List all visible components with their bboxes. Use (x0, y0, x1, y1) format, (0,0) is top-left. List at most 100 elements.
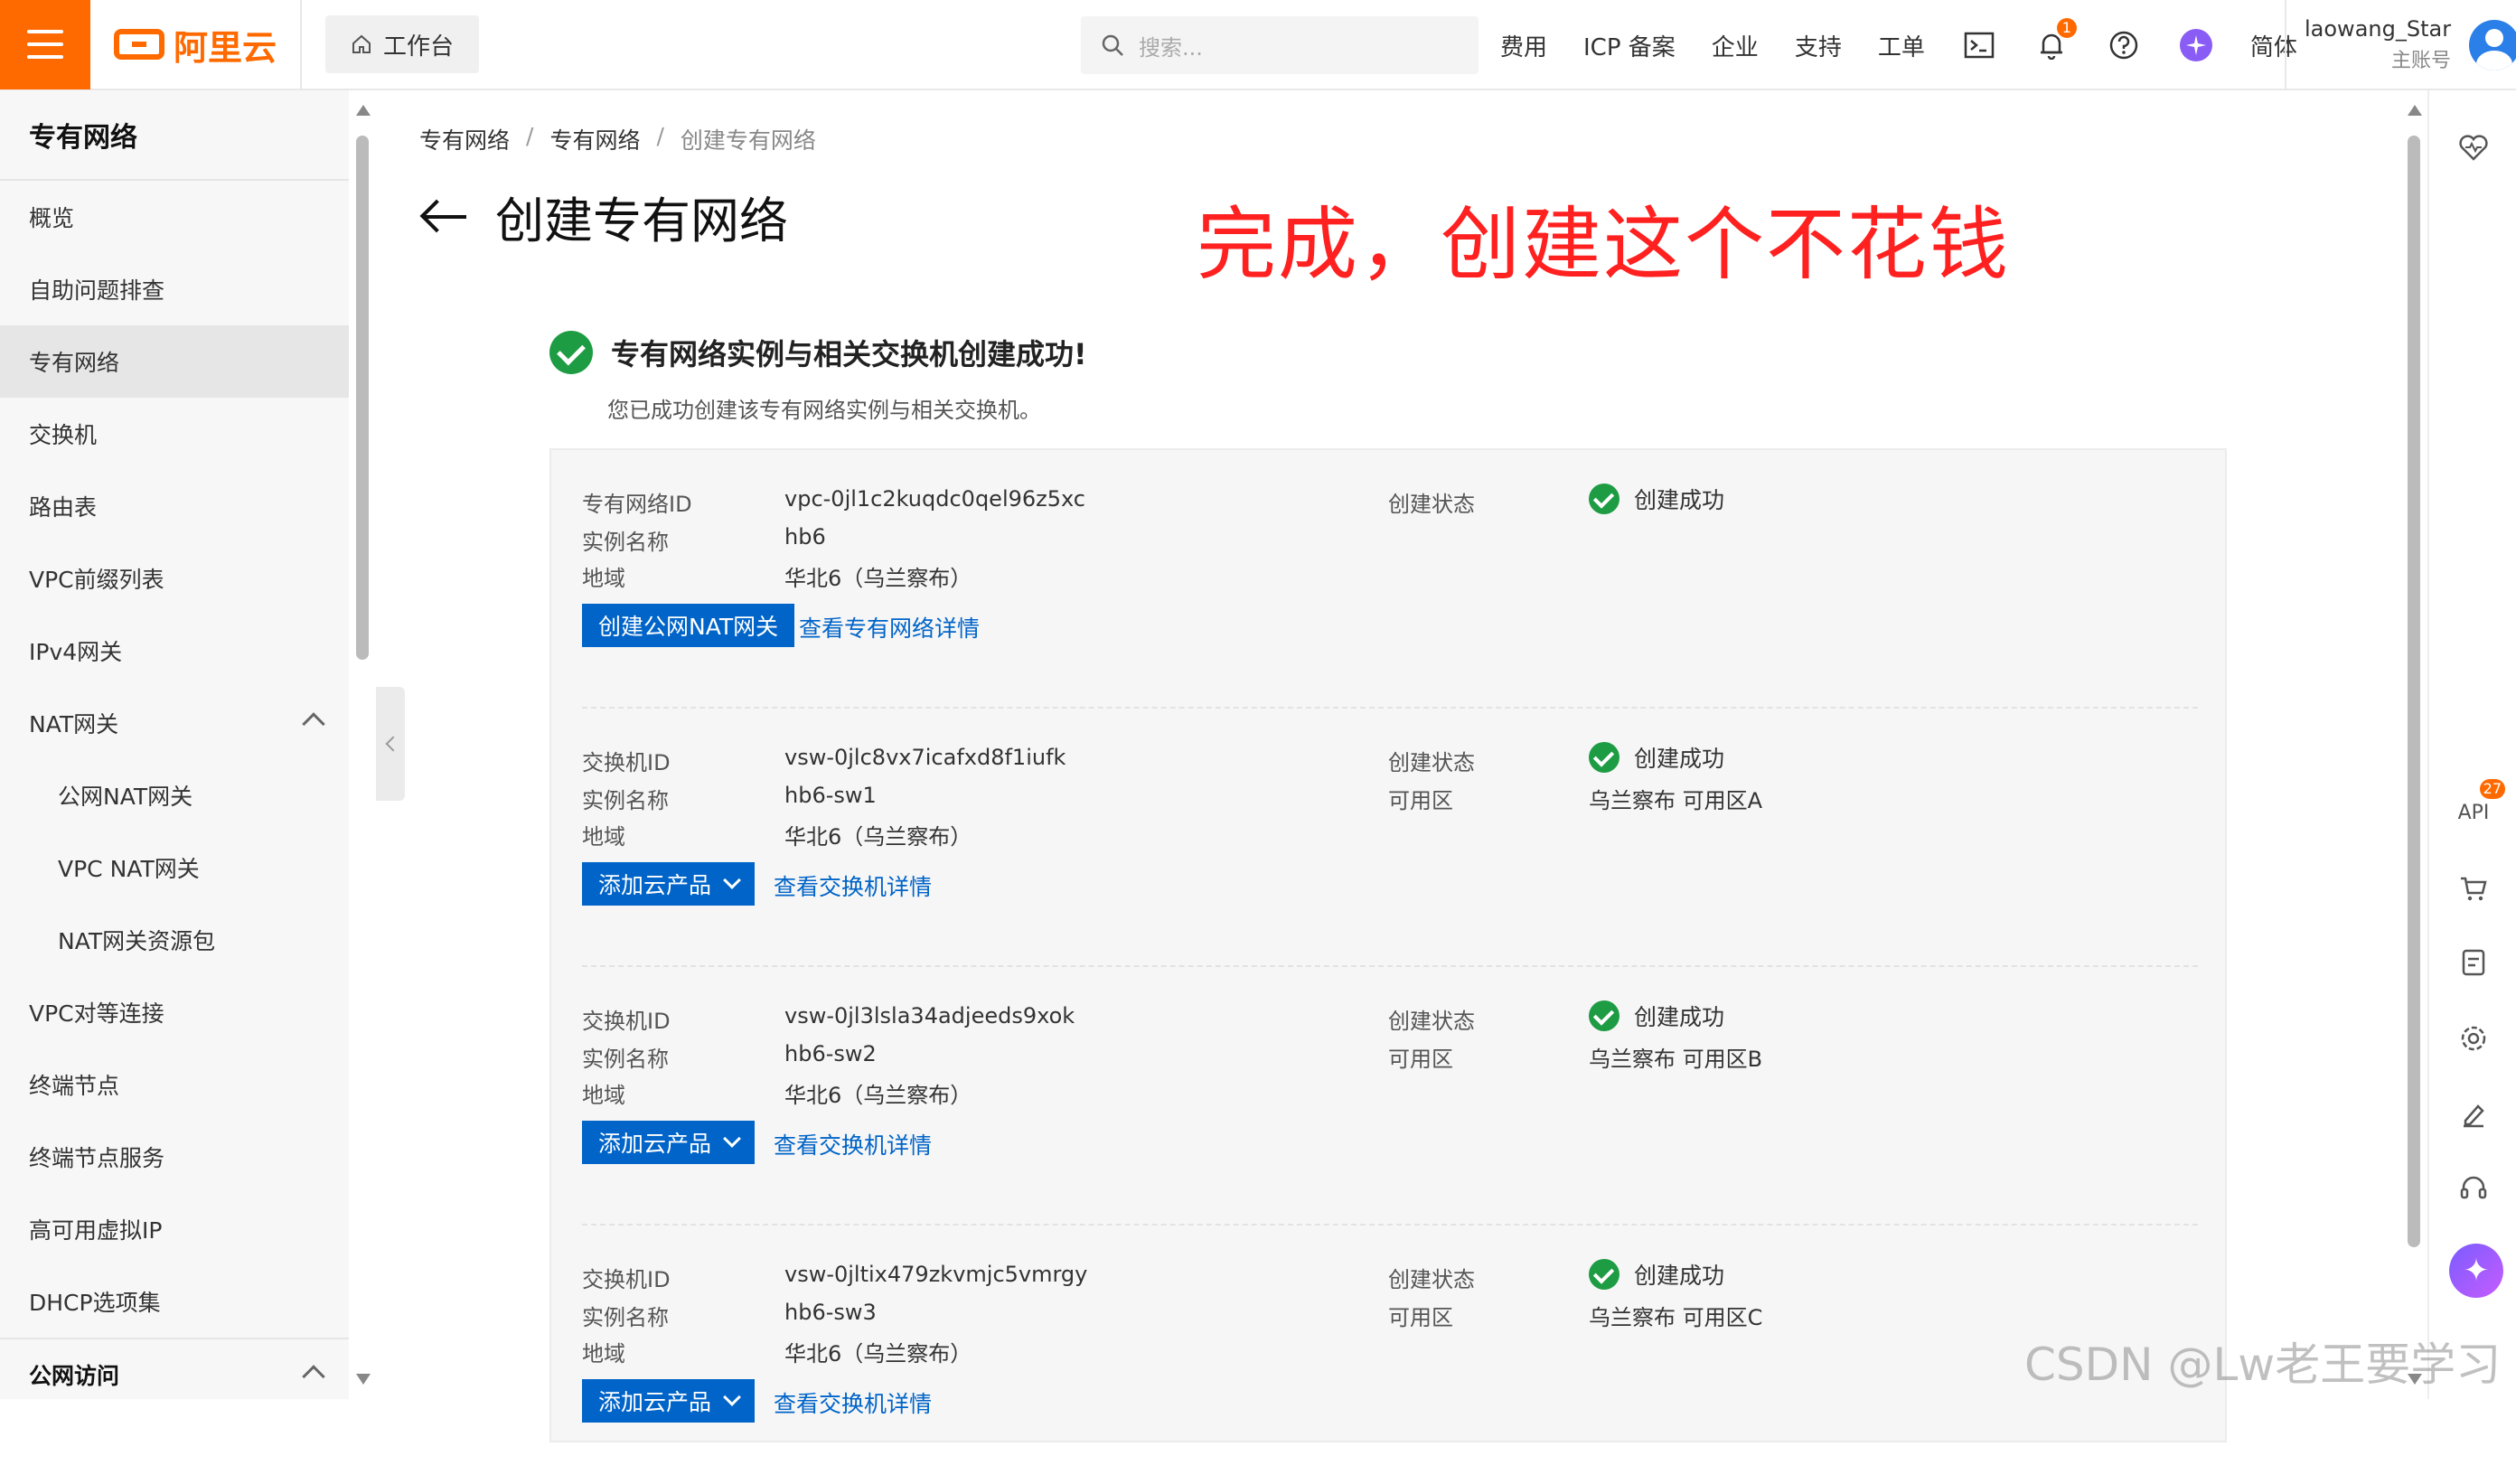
ai-assistant-icon[interactable] (2178, 27, 2214, 63)
check-circle-icon (1589, 1000, 1619, 1031)
chevron-down-icon (723, 1130, 741, 1148)
scroll-thumb[interactable] (356, 136, 369, 660)
vsw-id-label: 交换机ID (582, 750, 671, 775)
sidebar-item-public-nat[interactable]: 公网NAT网关 (0, 759, 349, 831)
gear-icon[interactable] (2455, 1019, 2493, 1057)
sidebar-item-vpc[interactable]: 专有网络 (0, 325, 349, 398)
back-arrow-icon[interactable] (419, 199, 468, 235)
account-role: 主账号 (2391, 50, 2452, 72)
scroll-up-icon[interactable] (356, 105, 371, 116)
breadcrumb-item[interactable]: 专有网络 (419, 123, 510, 155)
scroll-up-icon[interactable] (2408, 105, 2422, 116)
bell-icon[interactable]: 1 (2033, 18, 2077, 63)
sidebar-item-overview[interactable]: 概览 (0, 181, 349, 253)
vsw-id-label: 交换机ID (582, 1009, 671, 1034)
status-label: 创建状态 (1388, 1267, 1475, 1292)
api-icon[interactable]: API 27 (2455, 779, 2505, 831)
divider (300, 0, 303, 89)
document-icon[interactable] (2455, 944, 2493, 982)
add-cloud-product-button[interactable]: 添加云产品 (582, 1121, 756, 1164)
status-success: 创建成功 (1589, 1258, 1724, 1291)
status-value: 创建成功 (1634, 487, 1725, 513)
add-product-label: 添加云产品 (598, 1389, 712, 1415)
success-header: 专有网络实例与相关交换机创建成功! (549, 331, 1087, 374)
ai-assistant-icon[interactable]: ✦ (2449, 1244, 2503, 1298)
aliyun-logo[interactable]: 阿里云 (114, 0, 277, 89)
health-heart-icon[interactable] (2455, 128, 2493, 166)
chevron-down-icon (723, 1388, 741, 1406)
sidebar-item-ipv4-gateway[interactable]: IPv4网关 (0, 615, 349, 687)
chevron-up-icon[interactable] (302, 712, 325, 736)
status-success: 创建成功 (1589, 483, 1724, 515)
nav-support[interactable]: 支持 (1795, 29, 1842, 62)
main-scrollbar[interactable] (2400, 90, 2427, 1399)
headset-icon[interactable] (2455, 1169, 2493, 1207)
vpc-id-value: vpc-0jl1c2kuqdc0qel96z5xc (784, 486, 1085, 512)
add-product-label: 添加云产品 (598, 872, 712, 898)
sidebar-item-havip[interactable]: 高可用虚拟IP (0, 1193, 349, 1265)
sidebar-item-vpc-nat[interactable]: VPC NAT网关 (0, 831, 349, 904)
annotation-text: 完成，创建这个不花钱 (1197, 198, 2011, 291)
add-cloud-product-button[interactable]: 添加云产品 (582, 862, 756, 906)
region-label: 地域 (582, 1341, 625, 1367)
create-nat-gateway-button[interactable]: 创建公网NAT网关 (582, 604, 795, 647)
region-label: 地域 (582, 824, 625, 850)
view-vswitch-details-link[interactable]: 查看交换机详情 (774, 1128, 932, 1160)
sidebar-scrollbar[interactable] (349, 90, 376, 1399)
status-label: 创建状态 (1388, 1009, 1475, 1034)
user-menu[interactable]: laowang_Star 主账号 (2285, 0, 2516, 90)
status-label: 创建状态 (1388, 750, 1475, 775)
search-input[interactable]: 搜索... (1081, 16, 1479, 74)
search-placeholder: 搜索... (1139, 34, 1203, 61)
vswitch-block: 交换机ID vsw-0jlc8vx7icafxd8f1iufk 实例名称 hb6… (582, 709, 2198, 967)
menu-button[interactable] (0, 0, 90, 89)
name-label: 实例名称 (582, 788, 669, 813)
breadcrumb-current: 创建专有网络 (680, 127, 816, 154)
logo-text: 阿里云 (174, 27, 277, 68)
status-value: 创建成功 (1634, 1004, 1725, 1030)
sidebar-item-troubleshoot[interactable]: 自助问题排查 (0, 253, 349, 325)
top-nav: 费用 ICP 备案 企业 支持 工单 1 简体 (1500, 0, 2297, 90)
collapse-sidebar-button[interactable] (376, 687, 405, 801)
breadcrumb-item[interactable]: 专有网络 (549, 123, 640, 155)
status-success: 创建成功 (1589, 1000, 1724, 1032)
nav-ticket[interactable]: 工单 (1878, 29, 1925, 62)
vpc-id-label: 专有网络ID (582, 492, 692, 517)
sidebar-item-endpoint-service[interactable]: 终端节点服务 (0, 1121, 349, 1193)
nav-enterprise[interactable]: 企业 (1712, 29, 1759, 62)
sidebar-item-nat-gateway[interactable]: NAT网关 (0, 687, 349, 759)
region-label: 地域 (582, 1083, 625, 1108)
nav-icp[interactable]: ICP 备案 (1583, 29, 1676, 62)
scroll-down-icon[interactable] (356, 1374, 371, 1385)
avatar[interactable] (2469, 20, 2516, 70)
sidebar-item-route-table[interactable]: 路由表 (0, 470, 349, 542)
public-access-label: 公网访问 (29, 1363, 120, 1389)
nav-fees[interactable]: 费用 (1500, 29, 1547, 62)
sidebar-item-dhcp[interactable]: DHCP选项集 (0, 1265, 349, 1338)
edit-icon[interactable] (2455, 1095, 2493, 1133)
vsw-region-value: 华北6（乌兰察布） (784, 824, 972, 850)
chevron-up-icon[interactable] (302, 1365, 325, 1388)
help-icon[interactable] (2106, 27, 2142, 63)
cart-icon[interactable] (2455, 869, 2493, 907)
sidebar-item-public-access[interactable]: 公网访问 (0, 1338, 349, 1410)
sidebar-item-prefix-list[interactable]: VPC前缀列表 (0, 542, 349, 615)
view-vswitch-details-link[interactable]: 查看交换机详情 (774, 869, 932, 902)
scroll-thumb[interactable] (2408, 136, 2420, 1247)
status-label: 创建状态 (1388, 492, 1475, 517)
terminal-icon[interactable] (1961, 27, 1997, 63)
api-label: API (2457, 801, 2490, 824)
chevron-down-icon (723, 871, 741, 889)
view-vpc-details-link[interactable]: 查看专有网络详情 (799, 611, 980, 643)
add-cloud-product-button[interactable]: 添加云产品 (582, 1379, 756, 1423)
zone-label: 可用区 (1388, 788, 1453, 813)
api-badge: 27 (2479, 779, 2505, 799)
vpc-block: 专有网络ID vpc-0jl1c2kuqdc0qel96z5xc 实例名称 hb… (582, 450, 2198, 709)
sidebar-item-endpoint[interactable]: 终端节点 (0, 1048, 349, 1121)
workbench-button[interactable]: 工作台 (325, 15, 480, 73)
sidebar-item-nat-package[interactable]: NAT网关资源包 (0, 904, 349, 976)
view-vswitch-details-link[interactable]: 查看交换机详情 (774, 1386, 932, 1419)
sidebar-item-vswitch[interactable]: 交换机 (0, 398, 349, 470)
right-tool-rail: API 27 ✦ (2427, 90, 2516, 1399)
sidebar-item-vpc-peering[interactable]: VPC对等连接 (0, 976, 349, 1048)
